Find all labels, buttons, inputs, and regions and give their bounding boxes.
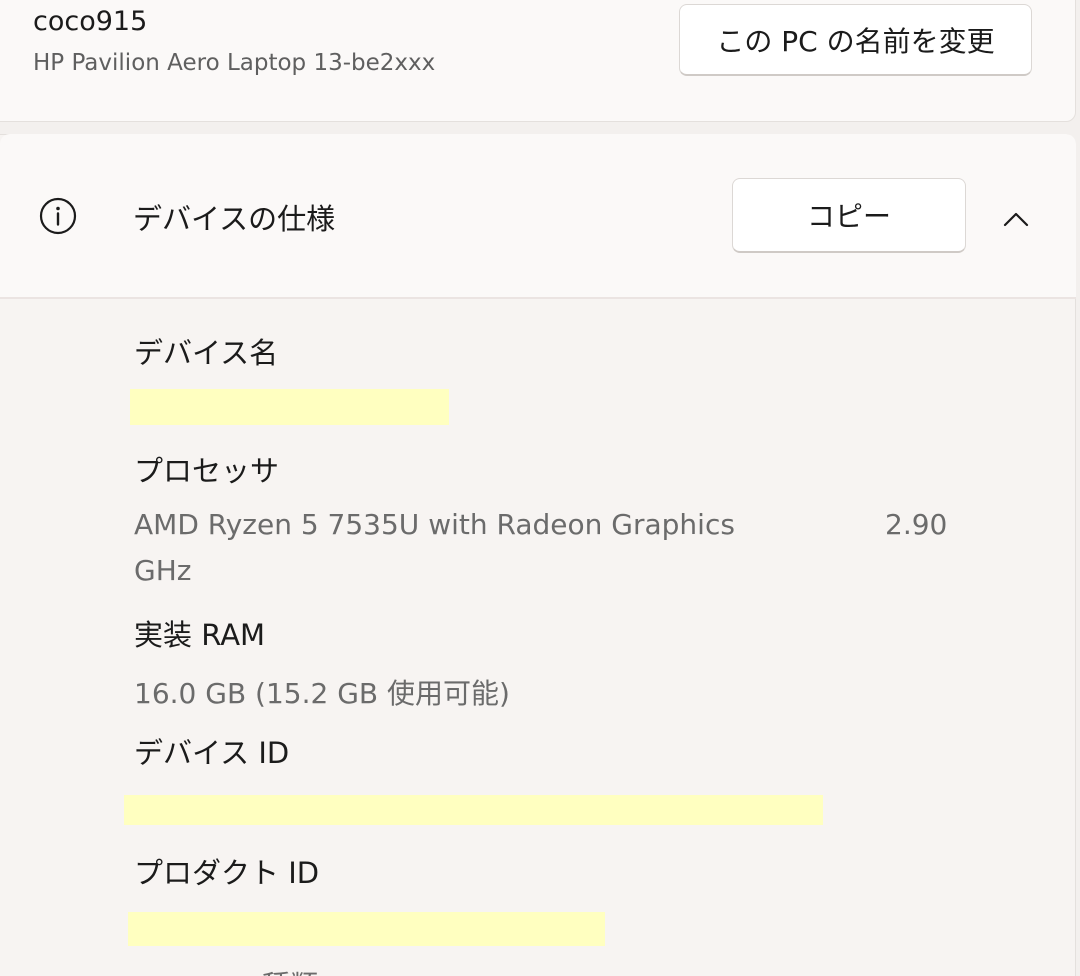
installed-ram-value: 16.0 GB (15.2 GB 使用可能)	[134, 677, 510, 710]
rename-pc-button[interactable]: この PC の名前を変更	[679, 4, 1032, 76]
processor-speed-unit: GHz	[134, 554, 192, 587]
installed-ram-label: 実装 RAM	[134, 618, 266, 652]
info-circle-icon	[39, 197, 77, 235]
device-id-value-redacted	[124, 795, 823, 825]
chevron-up-icon[interactable]	[996, 200, 1036, 240]
processor-label: プロセッサ	[134, 454, 280, 488]
device-specs-title: デバイスの仕様	[133, 202, 336, 236]
processor-speed: 2.90	[885, 508, 948, 541]
product-id-label: プロダクト ID	[134, 856, 320, 890]
pc-name: coco915	[33, 6, 148, 37]
pc-model: HP Pavilion Aero Laptop 13-be2xxx	[33, 50, 436, 76]
system-type-label-partial: 種類	[262, 964, 318, 976]
device-name-label: デバイス名	[134, 336, 279, 370]
device-id-label: デバイス ID	[134, 736, 290, 770]
device-name-value-redacted	[130, 389, 449, 425]
copy-button[interactable]: コピー	[732, 178, 966, 253]
product-id-value-redacted	[128, 912, 605, 946]
processor-value: AMD Ryzen 5 7535U with Radeon Graphics	[134, 508, 735, 541]
settings-about-page: coco915 HP Pavilion Aero Laptop 13-be2xx…	[0, 0, 1080, 976]
